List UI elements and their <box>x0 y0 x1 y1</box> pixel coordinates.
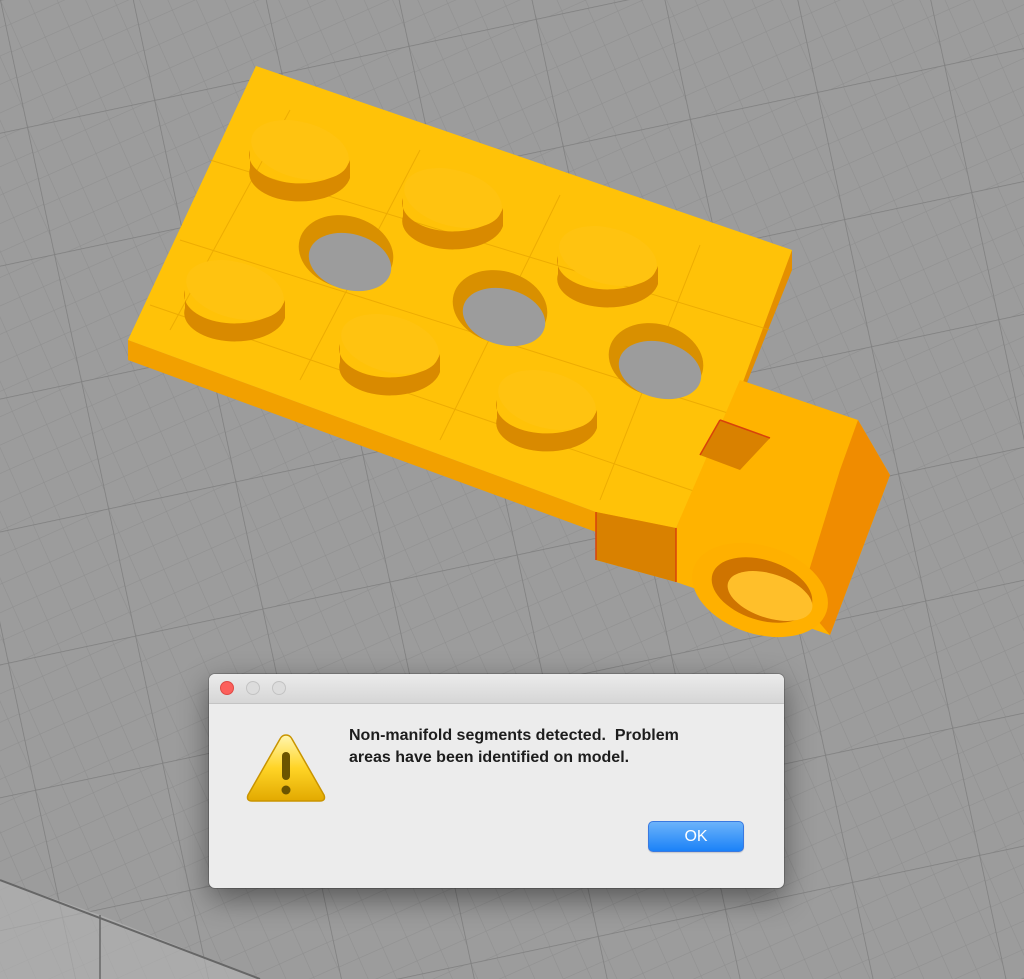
alert-dialog: Non-manifold segments detected. Problem … <box>209 674 784 888</box>
dialog-titlebar[interactable] <box>209 674 784 704</box>
close-window-icon[interactable] <box>220 681 234 695</box>
minimize-window-icon <box>246 681 260 695</box>
ok-button[interactable]: OK <box>648 821 744 852</box>
zoom-window-icon <box>272 681 286 695</box>
dialog-message: Non-manifold segments detected. Problem … <box>349 725 759 769</box>
dialog-message-line-1: Non-manifold segments detected. Problem <box>349 727 679 744</box>
warning-triangle-icon <box>246 734 326 802</box>
dialog-message-line-2: areas have been identified on model. <box>349 749 630 766</box>
